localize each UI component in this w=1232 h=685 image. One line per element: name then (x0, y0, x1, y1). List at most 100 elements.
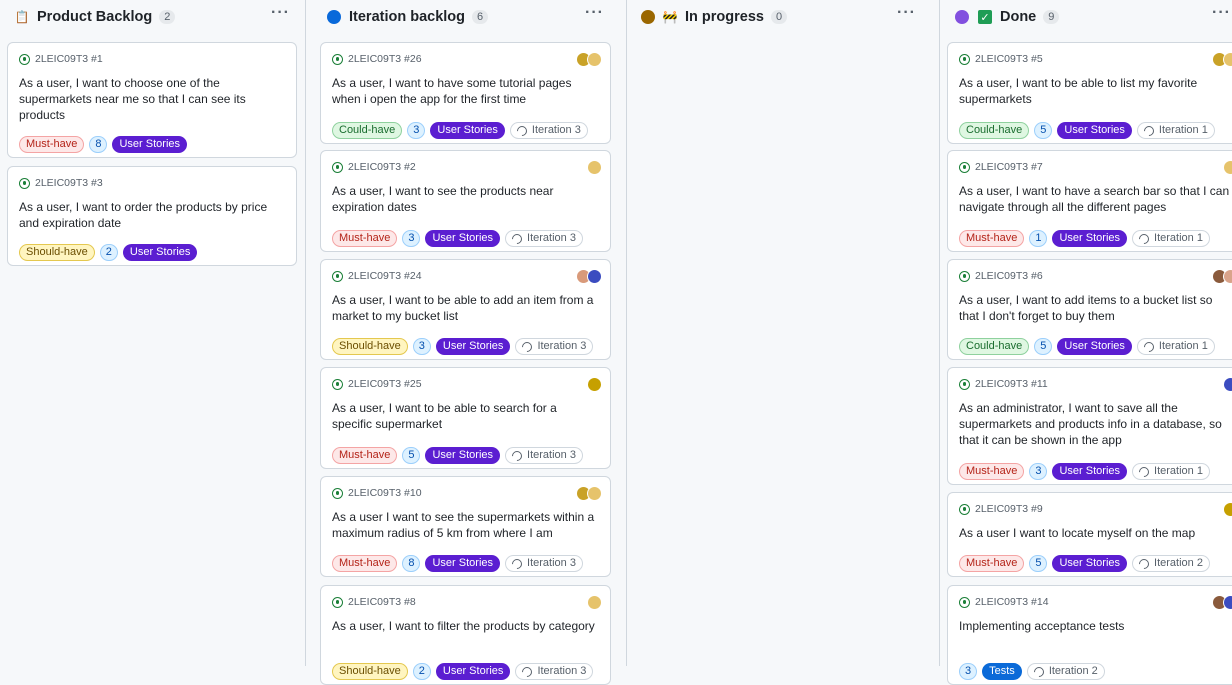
story-points-label[interactable]: 5 (1029, 555, 1048, 572)
issue-number[interactable]: 2LEIC09T3 #7 (975, 161, 1043, 173)
type-label[interactable]: User Stories (1052, 463, 1128, 480)
iteration-label[interactable]: Iteration 1 (1136, 122, 1215, 139)
issue-title[interactable]: As a user, I want to order the products … (19, 199, 285, 231)
issue-title[interactable]: As a user, I want to have some tutorial … (332, 75, 599, 107)
issue-number[interactable]: 2LEIC09T3 #24 (348, 270, 422, 282)
avatar[interactable] (1223, 52, 1232, 67)
avatar[interactable] (1223, 502, 1232, 517)
priority-label[interactable]: Could-have (959, 338, 1030, 355)
issue-number[interactable]: 2LEIC09T3 #11 (975, 378, 1048, 390)
issue-number[interactable]: 2LEIC09T3 #3 (35, 177, 103, 189)
story-points-label[interactable]: 5 (1034, 338, 1053, 355)
story-points-label[interactable]: 5 (402, 447, 421, 464)
priority-label[interactable]: Must-have (19, 136, 85, 153)
issue-number[interactable]: 2LEIC09T3 #1 (35, 53, 103, 65)
issue-card[interactable]: 2LEIC09T3 #3 As a user, I want to order t… (7, 166, 297, 266)
type-label[interactable]: User Stories (1057, 122, 1132, 139)
type-label[interactable]: User Stories (122, 244, 198, 261)
story-points-label[interactable]: 3 (1029, 463, 1048, 480)
issue-card[interactable]: 2LEIC09T3 #9 As a user I want to locate m… (947, 492, 1232, 577)
avatar[interactable] (587, 52, 602, 67)
issue-title[interactable]: As a user, I want to be able to add an i… (332, 292, 599, 324)
issue-title[interactable]: As a user I want to locate myself on the… (959, 525, 1232, 541)
assignee-avatars[interactable] (587, 160, 602, 175)
story-points-label[interactable]: 3 (407, 122, 426, 139)
issue-number[interactable]: 2LEIC09T3 #25 (348, 378, 422, 390)
column-menu-icon[interactable]: ··· (585, 4, 604, 22)
assignee-avatars[interactable] (1212, 269, 1232, 284)
priority-label[interactable]: Must-have (959, 555, 1025, 572)
assignee-avatars[interactable] (576, 486, 602, 501)
type-label[interactable]: User Stories (1052, 555, 1128, 572)
issue-card[interactable]: 2LEIC09T3 #11 As an administrator, I want… (947, 367, 1232, 485)
assignee-avatars[interactable] (576, 52, 602, 67)
story-points-label[interactable]: 2 (99, 244, 118, 261)
type-label[interactable]: User Stories (430, 122, 505, 139)
assignee-avatars[interactable] (587, 377, 602, 392)
issue-number[interactable]: 2LEIC09T3 #14 (975, 596, 1049, 608)
issue-number[interactable]: 2LEIC09T3 #6 (975, 270, 1043, 282)
priority-label[interactable]: Must-have (332, 230, 398, 247)
avatar[interactable] (587, 486, 602, 501)
type-label[interactable]: User Stories (425, 555, 501, 572)
assignee-avatars[interactable] (1223, 160, 1232, 175)
type-label[interactable]: User Stories (425, 230, 501, 247)
issue-title[interactable]: As a user, I want to be able to search f… (332, 400, 599, 432)
assignee-avatars[interactable] (1212, 595, 1232, 610)
issue-title[interactable]: As a user, I want to have a search bar s… (959, 183, 1232, 215)
issue-title[interactable]: As an administrator, I want to save all … (959, 400, 1232, 448)
iteration-label[interactable]: Iteration 3 (515, 338, 594, 355)
iteration-label[interactable]: Iteration 3 (509, 122, 588, 139)
iteration-label[interactable]: Iteration 1 (1136, 338, 1215, 355)
issue-card[interactable]: 2LEIC09T3 #24 As a user, I want to be abl… (320, 259, 611, 360)
avatar[interactable] (1223, 377, 1232, 392)
issue-title[interactable]: As a user, I want to be able to list my … (959, 75, 1232, 107)
assignee-avatars[interactable] (576, 269, 602, 284)
priority-label[interactable]: Should-have (19, 244, 95, 261)
priority-label[interactable]: Could-have (959, 122, 1030, 139)
issue-number[interactable]: 2LEIC09T3 #2 (348, 161, 416, 173)
issue-card[interactable]: 2LEIC09T3 #14 Implementing acceptance tes… (947, 585, 1232, 685)
iteration-label[interactable]: Iteration 1 (1132, 230, 1210, 247)
assignee-avatars[interactable] (587, 595, 602, 610)
issue-number[interactable]: 2LEIC09T3 #26 (348, 53, 422, 65)
type-label[interactable]: User Stories (435, 338, 511, 355)
priority-label[interactable]: Must-have (332, 555, 398, 572)
type-label[interactable]: User Stories (425, 447, 501, 464)
iteration-label[interactable]: Iteration 3 (505, 555, 583, 572)
iteration-label[interactable]: Iteration 3 (505, 447, 583, 464)
priority-label[interactable]: Must-have (959, 230, 1025, 247)
story-points-label[interactable]: 8 (89, 136, 108, 153)
avatar[interactable] (587, 595, 602, 610)
story-points-label[interactable]: 3 (412, 338, 431, 355)
type-label[interactable]: User Stories (1052, 230, 1128, 247)
avatar[interactable] (587, 269, 602, 284)
priority-label[interactable]: Should-have (332, 338, 408, 355)
assignee-avatars[interactable] (1223, 377, 1232, 392)
issue-number[interactable]: 2LEIC09T3 #8 (348, 596, 416, 608)
issue-card[interactable]: 2LEIC09T3 #10 As a user I want to see the… (320, 476, 611, 577)
issue-title[interactable]: As a user, I want to filter the products… (332, 618, 599, 634)
issue-title[interactable]: As a user, I want to add items to a buck… (959, 292, 1232, 324)
column-menu-icon[interactable]: ··· (897, 4, 916, 22)
priority-label[interactable]: Could-have (332, 122, 403, 139)
issue-title[interactable]: As a user I want to see the supermarkets… (332, 509, 599, 541)
avatar[interactable] (587, 160, 602, 175)
story-points-label[interactable]: 5 (1034, 122, 1053, 139)
issue-card[interactable]: 2LEIC09T3 #6 As a user, I want to add ite… (947, 259, 1232, 360)
iteration-label[interactable]: Iteration 3 (505, 230, 583, 247)
issue-card[interactable]: 2LEIC09T3 #2 As a user, I want to see the… (320, 150, 611, 252)
issue-number[interactable]: 2LEIC09T3 #5 (975, 53, 1043, 65)
issue-card[interactable]: 2LEIC09T3 #25 As a user, I want to be abl… (320, 367, 611, 469)
issue-number[interactable]: 2LEIC09T3 #10 (348, 487, 422, 499)
type-label[interactable]: User Stories (1057, 338, 1132, 355)
story-points-label[interactable]: 1 (1029, 230, 1048, 247)
column-menu-icon[interactable]: ··· (271, 4, 290, 22)
story-points-label[interactable]: 3 (402, 230, 421, 247)
issue-title[interactable]: As a user, I want to choose one of the s… (19, 75, 285, 123)
issue-card[interactable]: 2LEIC09T3 #7 As a user, I want to have a … (947, 150, 1232, 252)
column-menu-icon[interactable]: ··· (1212, 4, 1231, 22)
issue-card[interactable]: 2LEIC09T3 #26 As a user, I want to have s… (320, 42, 611, 144)
priority-label[interactable]: Must-have (332, 447, 398, 464)
assignee-avatars[interactable] (1223, 502, 1232, 517)
